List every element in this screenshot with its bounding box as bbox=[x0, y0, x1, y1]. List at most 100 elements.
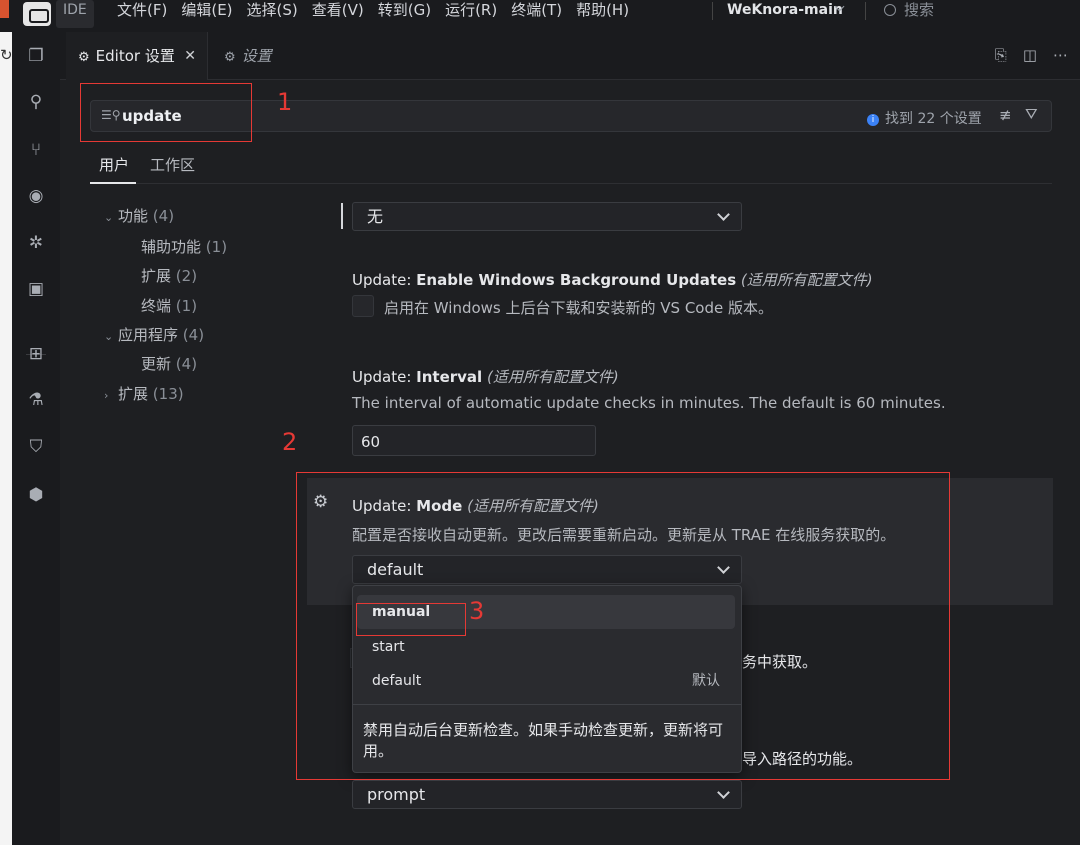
source-control-icon[interactable]: ⑂ bbox=[24, 138, 48, 162]
open-json-icon[interactable]: ⎘ bbox=[995, 46, 1007, 64]
cube-icon[interactable]: ⬢ bbox=[24, 483, 48, 507]
annotation-box-3 bbox=[356, 603, 466, 636]
menu-view[interactable]: 查看(V) bbox=[305, 0, 371, 24]
toc-label: 应用程序 bbox=[118, 326, 179, 344]
tab-label: Editor 设置 bbox=[95, 47, 175, 65]
chevron-down-icon: ⌄ bbox=[104, 211, 114, 224]
setting-select-prompt[interactable]: prompt bbox=[352, 780, 742, 809]
active-tab-indicator bbox=[90, 182, 136, 184]
annotation-number-1: 1 bbox=[277, 88, 293, 116]
background-window: ↻ bbox=[0, 32, 13, 845]
toc-item-accessibility[interactable]: 辅助功能 (1) bbox=[141, 237, 227, 257]
toc-item-terminal[interactable]: 终端 (1) bbox=[141, 296, 197, 316]
chevron-down-icon: ⌄ bbox=[104, 330, 114, 343]
toc-label: 扩展 bbox=[118, 385, 149, 403]
menu-terminal[interactable]: 终端(T) bbox=[504, 0, 569, 24]
close-icon[interactable]: ✕ bbox=[184, 32, 196, 80]
eye-icon[interactable]: ◉ bbox=[24, 184, 48, 208]
global-search[interactable]: 搜索 bbox=[884, 0, 934, 20]
setting-title-interval: Update: Interval (适用所有配置文件) bbox=[352, 366, 619, 387]
app-logo-icon[interactable] bbox=[23, 2, 51, 26]
tab-label: 设置 bbox=[241, 47, 272, 65]
remote-monitor-icon[interactable]: ▣ bbox=[24, 277, 48, 301]
refresh-icon: ↻ bbox=[0, 46, 13, 64]
split-editor-icon[interactable]: ◫ bbox=[1023, 46, 1037, 64]
divider bbox=[207, 32, 208, 80]
shield-icon[interactable]: ⛉ bbox=[24, 435, 48, 459]
global-search-placeholder: 搜索 bbox=[904, 1, 935, 19]
toc-label: 扩展 bbox=[141, 267, 172, 285]
toc-count: (1) bbox=[175, 297, 198, 315]
checkbox-bg-updates[interactable] bbox=[352, 295, 374, 317]
chevron-down-icon bbox=[717, 786, 730, 799]
setting-select-top[interactable]: 无 bbox=[352, 202, 742, 231]
annotation-number-3: 3 bbox=[469, 597, 485, 625]
tab-user[interactable]: 用户 bbox=[99, 154, 129, 175]
extensions-icon[interactable]: ⊞ bbox=[24, 342, 48, 366]
toc-item-extensions[interactable]: 扩展 (2) bbox=[141, 266, 197, 286]
search-result-text: 找到 22 个设置 bbox=[885, 111, 982, 127]
setting-title-bg-updates: Update: Enable Windows Background Update… bbox=[352, 269, 873, 290]
setting-desc-interval: The interval of automatic update checks … bbox=[352, 394, 946, 412]
toc-count: (4) bbox=[175, 355, 198, 373]
title-bar: IDE 文件(F) 编辑(E) 选择(S) 查看(V) 转到(G) 运行(R) … bbox=[0, 0, 1080, 32]
project-name: WeKnora-main bbox=[727, 2, 843, 18]
setting-prefix: Update: bbox=[352, 271, 417, 289]
project-switcher[interactable]: WeKnora-main bbox=[727, 0, 845, 20]
chevron-right-icon: › bbox=[104, 389, 109, 402]
gear-icon: ⚙ bbox=[224, 50, 236, 65]
modified-indicator bbox=[341, 203, 343, 229]
menu-go[interactable]: 转到(G) bbox=[371, 0, 438, 24]
setting-scope: (适用所有配置文件) bbox=[740, 271, 873, 289]
divider bbox=[712, 2, 713, 20]
editor-tab-bar: ⚙ Editor 设置 ✕ ⚙ 设置 ⎘ ◫ ⋯ bbox=[60, 32, 1080, 80]
tab-editor-settings[interactable]: ⚙ Editor 设置 ✕ bbox=[66, 32, 207, 80]
toc-count: (4) bbox=[152, 207, 175, 225]
filter-icon[interactable]: ⛛ bbox=[1025, 105, 1038, 123]
ide-label[interactable]: IDE bbox=[56, 0, 94, 28]
search-result-count: i 找到 22 个设置 bbox=[867, 108, 982, 128]
testing-flask-icon[interactable]: ⚗ bbox=[24, 388, 48, 412]
menu-selection[interactable]: 选择(S) bbox=[240, 0, 305, 24]
toc-label: 更新 bbox=[141, 355, 172, 373]
menu-file[interactable]: 文件(F) bbox=[110, 0, 174, 24]
tab-workspace[interactable]: 工作区 bbox=[150, 154, 195, 175]
setting-prefix: Update: bbox=[352, 368, 417, 386]
annotation-box-1 bbox=[80, 83, 252, 142]
chevron-down-icon bbox=[717, 208, 730, 221]
toc-count: (13) bbox=[152, 385, 184, 403]
annotation-number-2: 2 bbox=[282, 428, 298, 456]
setting-name: Interval bbox=[416, 368, 483, 386]
clear-filter-icon[interactable]: ≢ bbox=[999, 106, 1012, 124]
select-value: 无 bbox=[367, 207, 384, 226]
debug-icon[interactable]: ✲ bbox=[24, 231, 48, 255]
menu-help[interactable]: 帮助(H) bbox=[569, 0, 636, 24]
more-actions-icon[interactable]: ⋯ bbox=[1053, 46, 1068, 64]
settings-scope-tabs: 用户 工作区 bbox=[90, 148, 1052, 184]
divider bbox=[865, 2, 866, 20]
toc-item-features[interactable]: ⌄ 功能 (4) bbox=[104, 206, 174, 226]
tab-settings[interactable]: ⚙ 设置 bbox=[224, 32, 272, 80]
menu-bar: 文件(F) 编辑(E) 选择(S) 查看(V) 转到(G) 运行(R) 终端(T… bbox=[110, 0, 636, 24]
toc-item-application[interactable]: ⌄ 应用程序 (4) bbox=[104, 325, 204, 345]
menu-run[interactable]: 运行(R) bbox=[438, 0, 504, 24]
toc-count: (4) bbox=[182, 326, 205, 344]
toc-item-extensions-root[interactable]: › 扩展 (13) bbox=[104, 384, 184, 404]
setting-scope: (适用所有配置文件) bbox=[486, 368, 619, 386]
toc-count: (2) bbox=[175, 267, 198, 285]
setting-name: Enable Windows Background Updates bbox=[416, 271, 737, 289]
toc-label: 辅助功能 bbox=[141, 238, 202, 256]
setting-desc-bg-updates: 启用在 Windows 上后台下载和安装新的 VS Code 版本。 bbox=[384, 299, 773, 317]
info-icon: i bbox=[867, 114, 879, 126]
activity-bar: ❐ ⚲ ⑂ ◉ ✲ ▣ ⊞ ⚗ ⛉ ⬢ bbox=[12, 32, 60, 845]
background-window-edge bbox=[0, 0, 9, 18]
toc-label: 功能 bbox=[118, 207, 149, 225]
explorer-icon[interactable]: ❐ bbox=[24, 44, 48, 68]
editor-actions: ⎘ ◫ ⋯ bbox=[995, 46, 1068, 64]
search-icon[interactable]: ⚲ bbox=[24, 90, 48, 114]
toc-item-update[interactable]: 更新 (4) bbox=[141, 354, 197, 374]
interval-input[interactable]: 60 bbox=[352, 425, 596, 456]
toc-label: 终端 bbox=[141, 297, 172, 315]
menu-edit[interactable]: 编辑(E) bbox=[174, 0, 239, 24]
gear-icon: ⚙ bbox=[78, 50, 90, 65]
